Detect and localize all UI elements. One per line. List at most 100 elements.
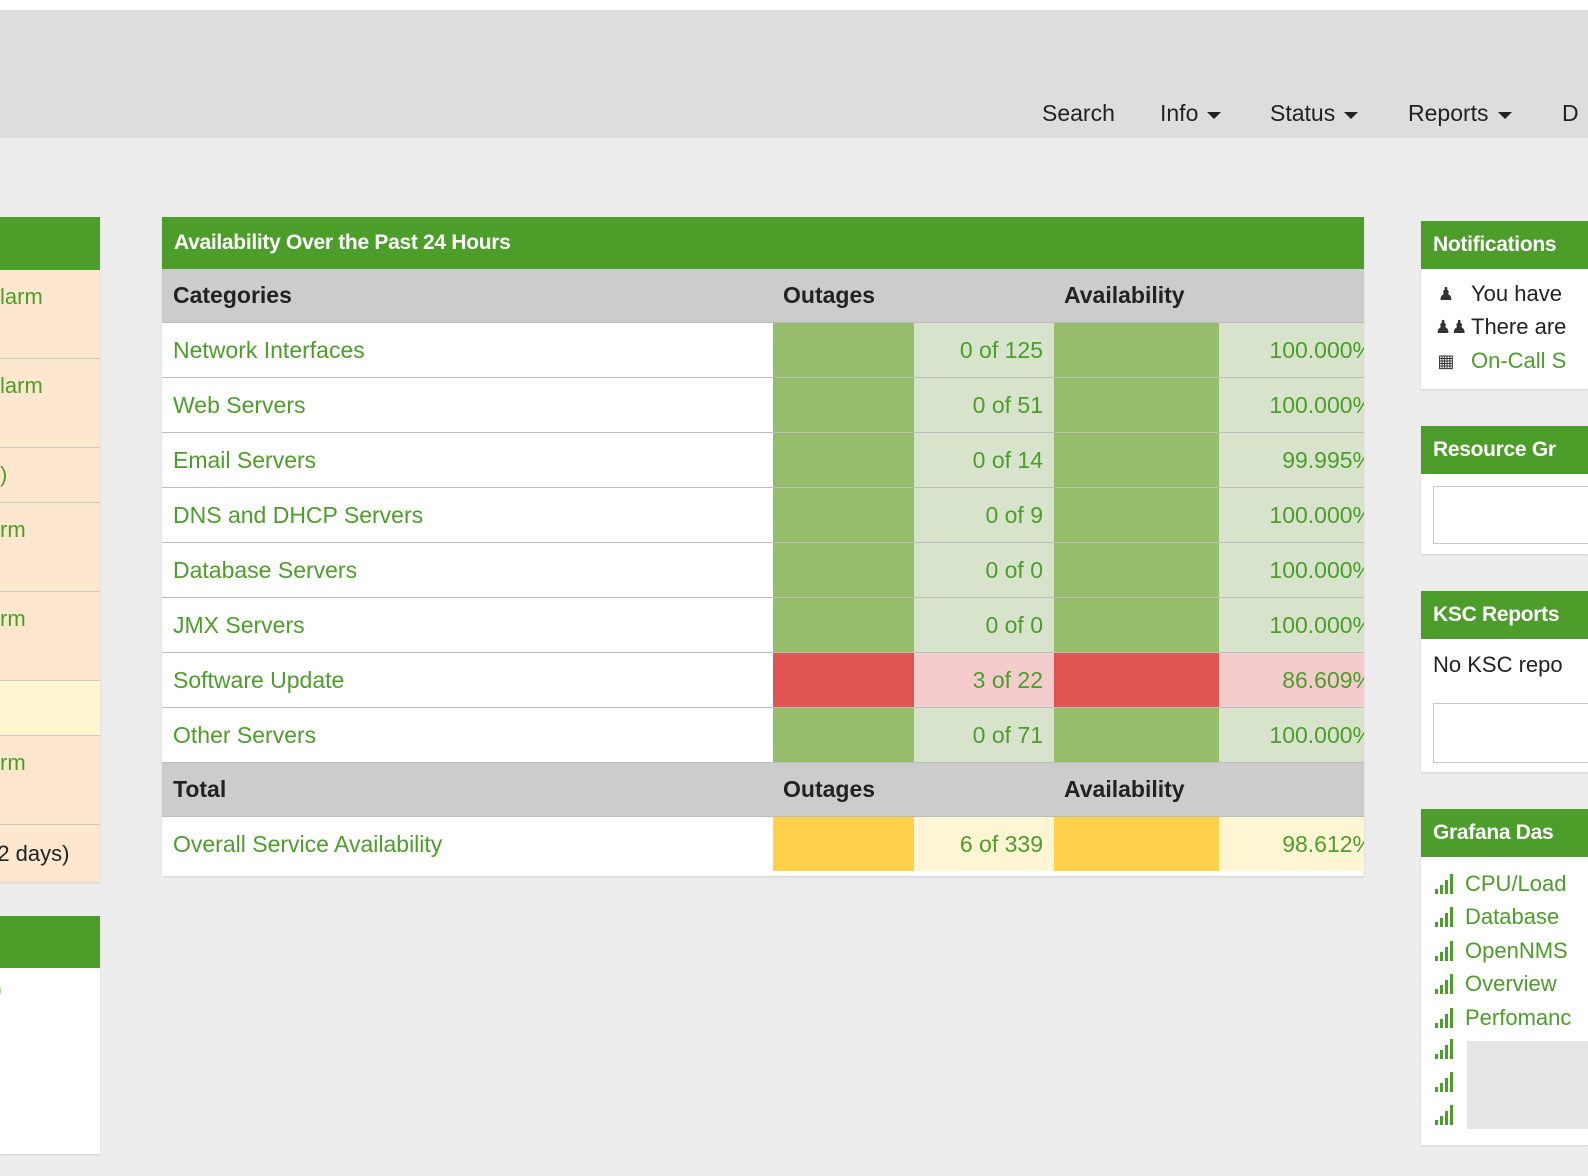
grafana-dashboard-link[interactable]: Database xyxy=(1435,904,1559,930)
availability-title: Availability Over the Past 24 Hours xyxy=(162,217,1364,269)
alarm-row-text: ) xyxy=(0,462,8,487)
category-link[interactable]: JMX Servers xyxy=(162,597,773,653)
alarm-row[interactable] xyxy=(0,681,100,736)
notification-line[interactable]: ♟♟ There are xyxy=(1435,314,1566,340)
grafana-dashboard-label: Database xyxy=(1465,904,1560,929)
calendar-icon: ▦ xyxy=(1437,350,1455,371)
category-link[interactable]: DNS and DHCP Servers xyxy=(162,487,773,543)
caret-down-icon xyxy=(1497,111,1512,119)
grafana-title: Grafana Das xyxy=(1421,809,1588,857)
availability-link[interactable]: 100.000% xyxy=(1219,597,1364,653)
category-link[interactable]: Network Interfaces xyxy=(162,322,773,378)
category-link[interactable]: Other Servers xyxy=(162,707,773,763)
resource-graphs-panel: Resource Gr xyxy=(1421,426,1588,554)
alarm-row[interactable]: larm xyxy=(0,359,100,448)
category-link[interactable]: Web Servers xyxy=(162,377,773,433)
alarm-row[interactable]: larm xyxy=(0,270,100,359)
grafana-dashboard-link[interactable] xyxy=(1435,1105,1465,1125)
availability-link[interactable]: 100.000% xyxy=(1219,322,1364,378)
category-link[interactable]: Email Servers xyxy=(162,432,773,488)
resource-graphs-search-input[interactable] xyxy=(1433,486,1588,544)
status-bar xyxy=(773,322,914,378)
availability-link[interactable]: 86.609% xyxy=(1219,652,1364,708)
alarm-row[interactable]: rm xyxy=(0,503,100,592)
grafana-dashboard-link[interactable] xyxy=(1435,1072,1465,1092)
status-bar xyxy=(773,652,914,708)
grafana-image-placeholder xyxy=(1467,1041,1588,1129)
top-strip xyxy=(0,0,1588,10)
grafana-dashboard-link[interactable] xyxy=(1435,1039,1465,1059)
grafana-dashboard-link[interactable]: Perfomanc xyxy=(1435,1005,1571,1031)
signal-bars-icon xyxy=(1435,1039,1457,1059)
ksc-reports-panel: KSC Reports No KSC repo xyxy=(1421,591,1588,772)
left-panel-header xyxy=(0,217,100,270)
outages-link[interactable]: 0 of 71 xyxy=(913,707,1054,763)
table-row: Database Servers 0 of 0 100.000% xyxy=(162,542,1364,598)
outages-link[interactable]: 0 of 9 xyxy=(913,487,1054,543)
notification-text: There are xyxy=(1471,314,1567,339)
availability-link[interactable]: 100.000% xyxy=(1219,707,1364,763)
grafana-dashboards-panel: Grafana Das CPU/Load Database OpenNMS Ov… xyxy=(1421,809,1588,1145)
nav-search-label: Search xyxy=(1042,100,1115,126)
nav-clipped-item[interactable]: D xyxy=(1562,100,1579,127)
status-bar xyxy=(1054,322,1219,378)
status-bar xyxy=(1054,377,1219,433)
table-row: Web Servers 0 of 51 100.000% xyxy=(162,377,1364,433)
signal-bars-icon xyxy=(1435,874,1457,894)
status-bar xyxy=(773,377,914,433)
signal-bars-icon xyxy=(1435,974,1457,994)
nav-search[interactable]: Search xyxy=(1042,100,1115,127)
category-link[interactable]: Software Update xyxy=(162,652,773,708)
alarm-row[interactable]: ) xyxy=(0,448,100,503)
outages-link[interactable]: 3 of 22 xyxy=(913,652,1054,708)
status-bar xyxy=(1054,707,1219,763)
availability-link[interactable]: 100.000% xyxy=(1219,487,1364,543)
table-row: Network Interfaces 0 of 125 100.000% xyxy=(162,322,1364,378)
availability-link[interactable]: 99.995% xyxy=(1219,432,1364,488)
header-total-outages: Outages xyxy=(773,762,1054,817)
availability-link[interactable]: 100.000% xyxy=(1219,542,1364,598)
grafana-dashboard-link[interactable]: OpenNMS xyxy=(1435,938,1568,964)
status-bar xyxy=(773,597,914,653)
nav-status-label: Status xyxy=(1270,100,1336,126)
overall-availability-link[interactable]: Overall Service Availability xyxy=(162,816,773,871)
total-outages-link[interactable]: 6 of 339 xyxy=(913,816,1054,871)
alarm-row-text: (2 days) xyxy=(0,841,70,866)
nav-status-dropdown[interactable]: Status xyxy=(1270,100,1359,127)
status-bar xyxy=(773,707,914,763)
alarm-row[interactable]: (2 days) xyxy=(0,825,100,882)
grafana-dashboard-link[interactable]: CPU/Load xyxy=(1435,871,1567,897)
table-row: JMX Servers 0 of 0 100.000% xyxy=(162,597,1364,653)
total-header-row: Total Outages Availability xyxy=(162,762,1364,817)
alarm-row-text: rm xyxy=(0,750,26,775)
header-categories: Categories xyxy=(162,269,773,323)
outages-link[interactable]: 0 of 14 xyxy=(913,432,1054,488)
table-row: Other Servers 0 of 71 100.000% xyxy=(162,707,1364,763)
on-call-schedule-link[interactable]: ▦ On-Call S xyxy=(1435,348,1566,374)
alarm-row[interactable]: rm xyxy=(0,592,100,681)
outages-link[interactable]: 0 of 0 xyxy=(913,597,1054,653)
outages-link[interactable]: 0 of 0 xyxy=(913,542,1054,598)
availability-link[interactable]: 100.000% xyxy=(1219,377,1364,433)
status-bar xyxy=(1054,432,1219,488)
notification-line[interactable]: ♟ You have xyxy=(1435,281,1562,307)
total-availability-link[interactable]: 98.612% xyxy=(1219,816,1364,871)
status-bar xyxy=(1054,542,1219,598)
left-second-panel-body: ) xyxy=(0,976,2,1004)
nav-reports-dropdown[interactable]: Reports xyxy=(1408,100,1512,127)
alarm-row-text: rm xyxy=(0,517,26,542)
ksc-reports-search-input[interactable] xyxy=(1433,703,1588,763)
category-link[interactable]: Database Servers xyxy=(162,542,773,598)
nav-info-dropdown[interactable]: Info xyxy=(1160,100,1222,127)
table-row: Email Servers 0 of 14 99.995% xyxy=(162,432,1364,488)
signal-bars-icon xyxy=(1435,1105,1457,1125)
table-row: DNS and DHCP Servers 0 of 9 100.000% xyxy=(162,487,1364,543)
notifications-panel: Notifications ♟ You have ♟♟ There are ▦ … xyxy=(1421,221,1588,389)
status-bar xyxy=(1054,487,1219,543)
outages-link[interactable]: 0 of 51 xyxy=(913,377,1054,433)
notification-text: You have xyxy=(1471,281,1562,306)
grafana-dashboard-link[interactable]: Overview xyxy=(1435,971,1557,997)
status-bar xyxy=(1054,597,1219,653)
alarm-row[interactable]: rm xyxy=(0,736,100,825)
outages-link[interactable]: 0 of 125 xyxy=(913,322,1054,378)
